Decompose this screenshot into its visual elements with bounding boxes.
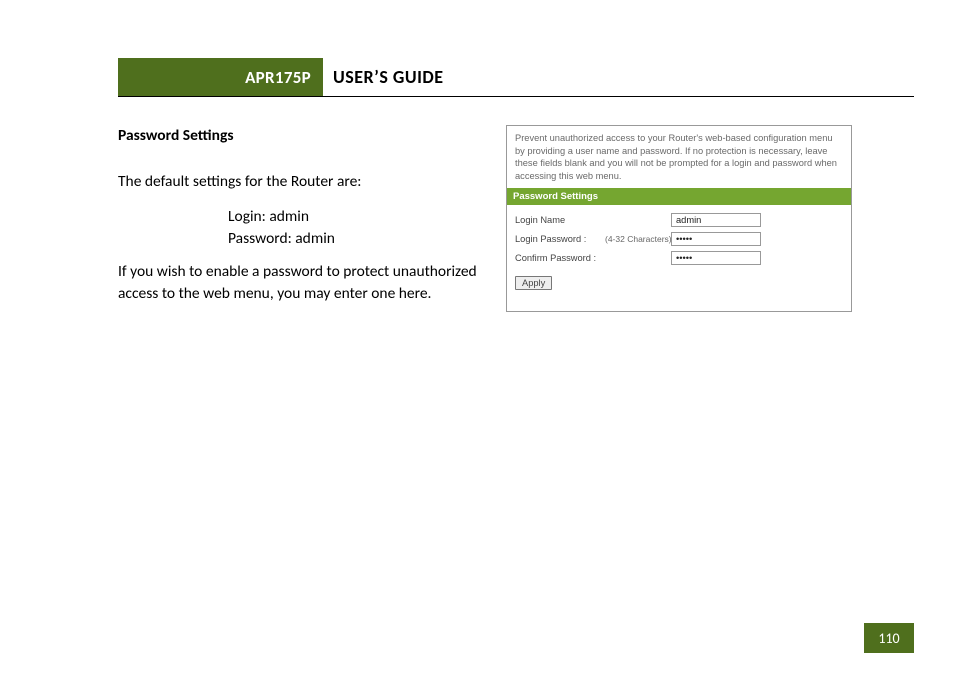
screenshot-form: Login Name admin Login Password : (4-32 … xyxy=(507,205,851,302)
screenshot-note: Prevent unauthorized access to your Rout… xyxy=(507,126,851,188)
embedded-screenshot: Prevent unauthorized access to your Rout… xyxy=(506,125,852,312)
login-password-hint: (4-32 Characters) xyxy=(605,234,665,244)
confirm-password-label: Confirm Password : xyxy=(515,253,599,263)
page-number: 110 xyxy=(864,623,914,653)
page-title: USER’S GUIDE xyxy=(323,58,454,96)
screenshot-header-bar: Password Settings xyxy=(507,188,851,205)
credentials-block: Login: admin Password: admin xyxy=(228,206,478,251)
confirm-password-input[interactable]: ••••• xyxy=(671,251,761,265)
login-password-row: Login Password : (4-32 Characters) ••••• xyxy=(515,232,843,246)
document-page: APR175P USER’S GUIDE Password Settings T… xyxy=(0,0,954,673)
left-column: Password Settings The default settings f… xyxy=(118,125,478,312)
apply-button[interactable]: Apply xyxy=(515,276,552,290)
login-name-row: Login Name admin xyxy=(515,213,843,227)
content-columns: Password Settings The default settings f… xyxy=(118,125,914,312)
login-name-label: Login Name xyxy=(515,215,599,225)
page-header: APR175P USER’S GUIDE xyxy=(118,58,914,97)
intro-text: The default settings for the Router are: xyxy=(118,171,478,193)
default-login: Login: admin xyxy=(228,206,478,228)
login-name-input[interactable]: admin xyxy=(671,213,761,227)
login-password-input[interactable]: ••••• xyxy=(671,232,761,246)
model-badge: APR175P xyxy=(118,58,323,96)
login-password-label: Login Password : xyxy=(515,234,599,244)
confirm-password-row: Confirm Password : ••••• xyxy=(515,251,843,265)
model-text: APR175P xyxy=(245,67,311,88)
body-text: If you wish to enable a password to prot… xyxy=(118,261,478,306)
default-password: Password: admin xyxy=(228,228,478,250)
section-heading: Password Settings xyxy=(118,125,478,147)
page-number-text: 110 xyxy=(878,630,899,647)
